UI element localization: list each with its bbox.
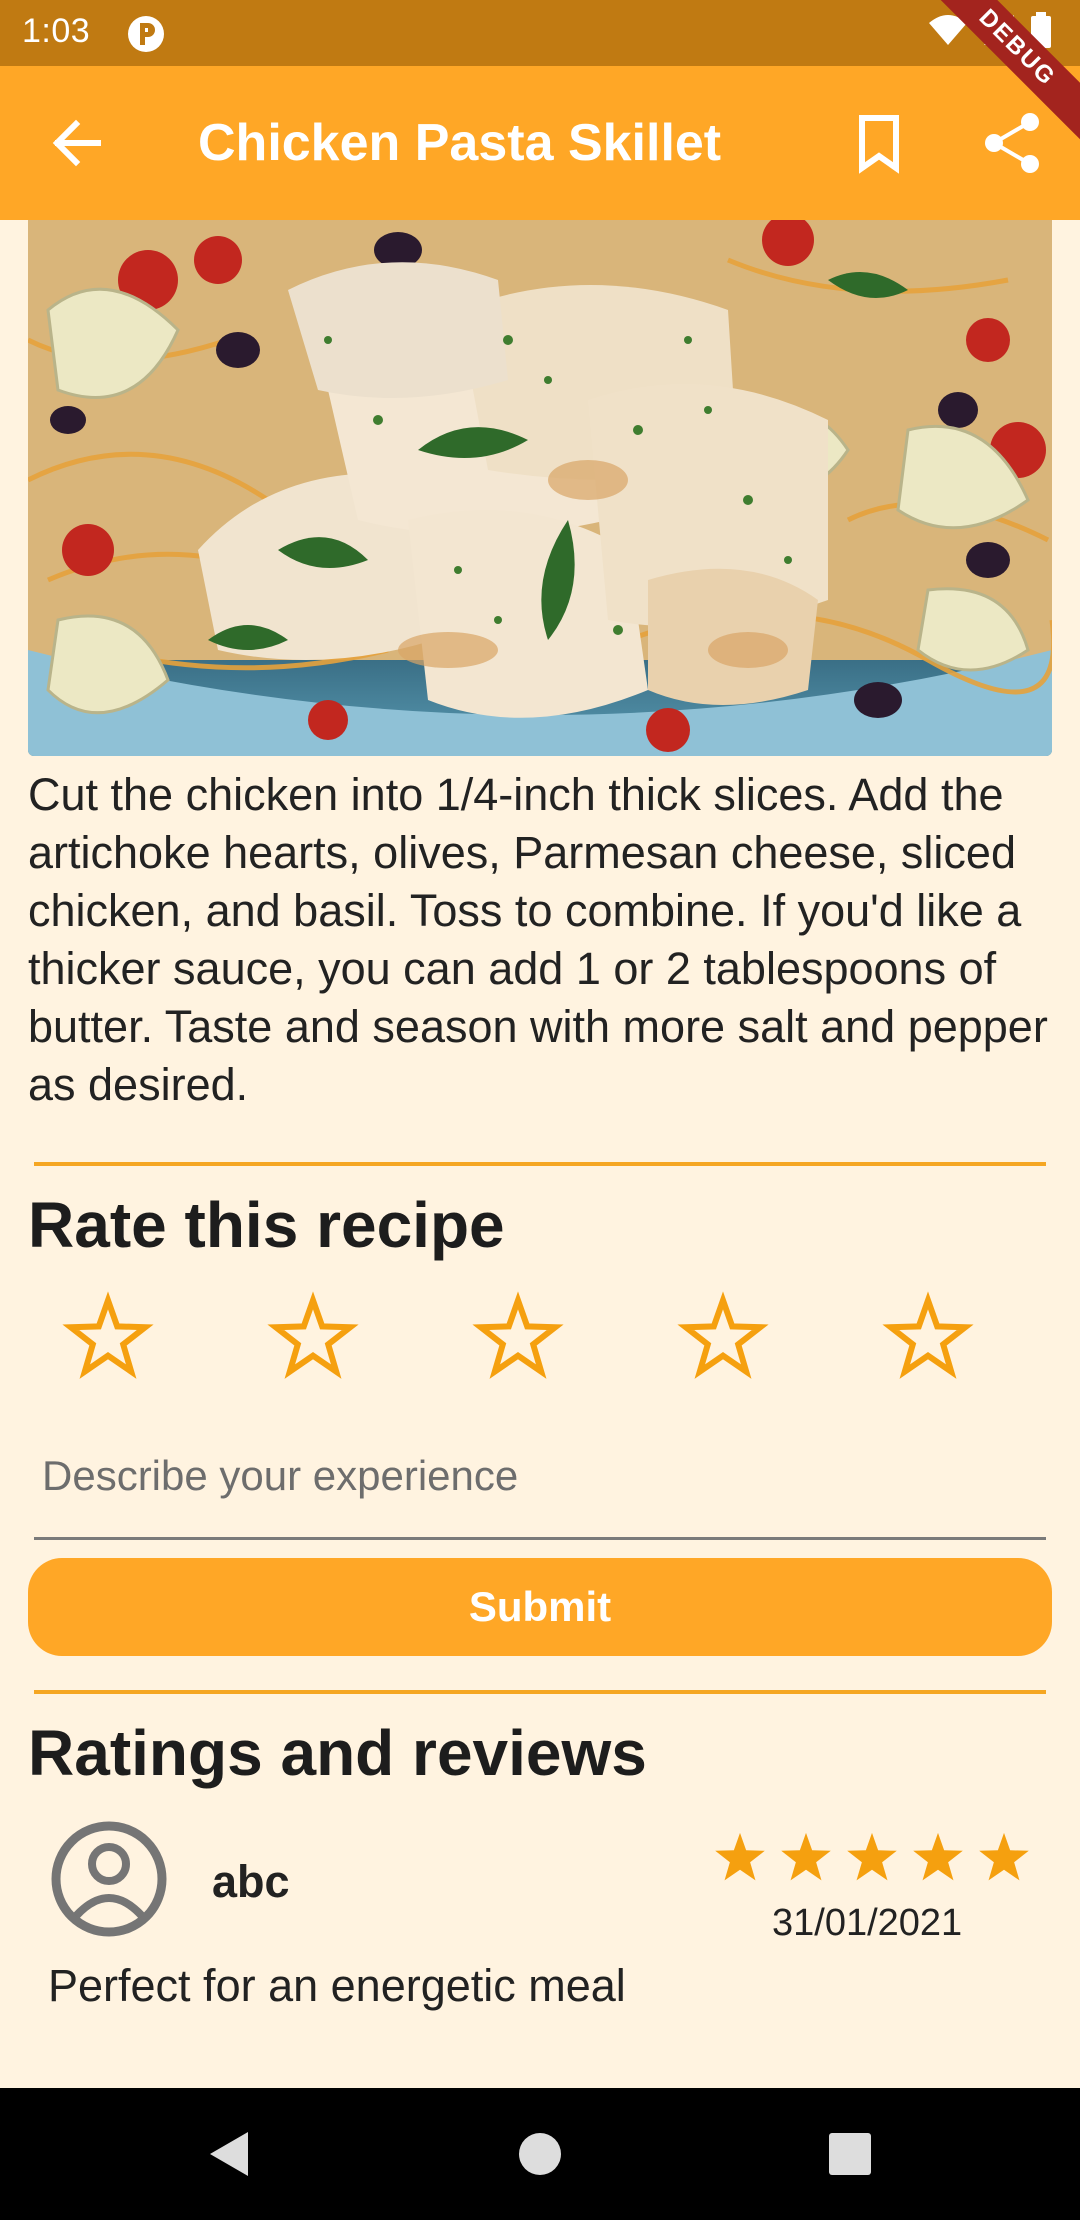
star-outline-icon[interactable]	[675, 1290, 771, 1386]
reviews-section-title: Ratings and reviews	[28, 1717, 647, 1789]
star-filled-icon	[906, 1826, 970, 1895]
page-title: Chicken Pasta Skillet	[198, 114, 722, 172]
star-outline-icon[interactable]	[265, 1290, 361, 1386]
rate-section-title: Rate this recipe	[28, 1189, 505, 1261]
status-bar: 1:03	[0, 0, 1080, 66]
star-filled-icon	[840, 1826, 904, 1895]
nav-back-icon[interactable]	[200, 2124, 260, 2184]
review-date: 31/01/2021	[772, 1902, 963, 1944]
star-filled-icon	[774, 1826, 838, 1895]
nav-home-icon[interactable]	[510, 2124, 570, 2184]
star-filled-icon	[708, 1826, 772, 1895]
review-text: Perfect for an energetic meal	[48, 1960, 626, 2011]
star-outline-icon[interactable]	[470, 1290, 566, 1386]
star-outline-icon[interactable]	[880, 1290, 976, 1386]
recipe-image	[28, 220, 1052, 756]
review-item: abc 31/01/2021 Perfect for an energetic …	[28, 1810, 1052, 2030]
submit-button[interactable]: Submit	[28, 1558, 1052, 1656]
recipe-detail-screen: 1:03 DEBUG Chicken Pasta Skillet Cut the…	[0, 0, 1080, 2220]
status-time: 1:03	[22, 12, 91, 50]
review-username: abc	[212, 1856, 290, 1907]
review-rating	[708, 1826, 1036, 1895]
divider	[34, 1162, 1046, 1166]
system-nav-bar	[0, 2088, 1080, 2220]
nav-recents-icon[interactable]	[820, 2124, 880, 2184]
divider	[34, 1690, 1046, 1694]
app-notification-icon	[126, 14, 166, 54]
bookmark-outline-icon[interactable]	[846, 110, 912, 176]
arrow-left-icon[interactable]	[44, 110, 110, 176]
share-icon[interactable]	[980, 110, 1046, 176]
star-outline-icon[interactable]	[60, 1290, 156, 1386]
rating-stars	[60, 1290, 1020, 1386]
star-filled-icon	[972, 1826, 1036, 1895]
app-bar: Chicken Pasta Skillet	[0, 66, 1080, 220]
experience-input-placeholder: Describe your experience	[42, 1452, 519, 1499]
experience-input[interactable]: Describe your experience	[34, 1430, 1046, 1540]
recipe-instructions: Cut the chicken into 1/4-inch thick slic…	[28, 769, 1048, 1110]
account-circle-icon	[50, 1820, 168, 1938]
